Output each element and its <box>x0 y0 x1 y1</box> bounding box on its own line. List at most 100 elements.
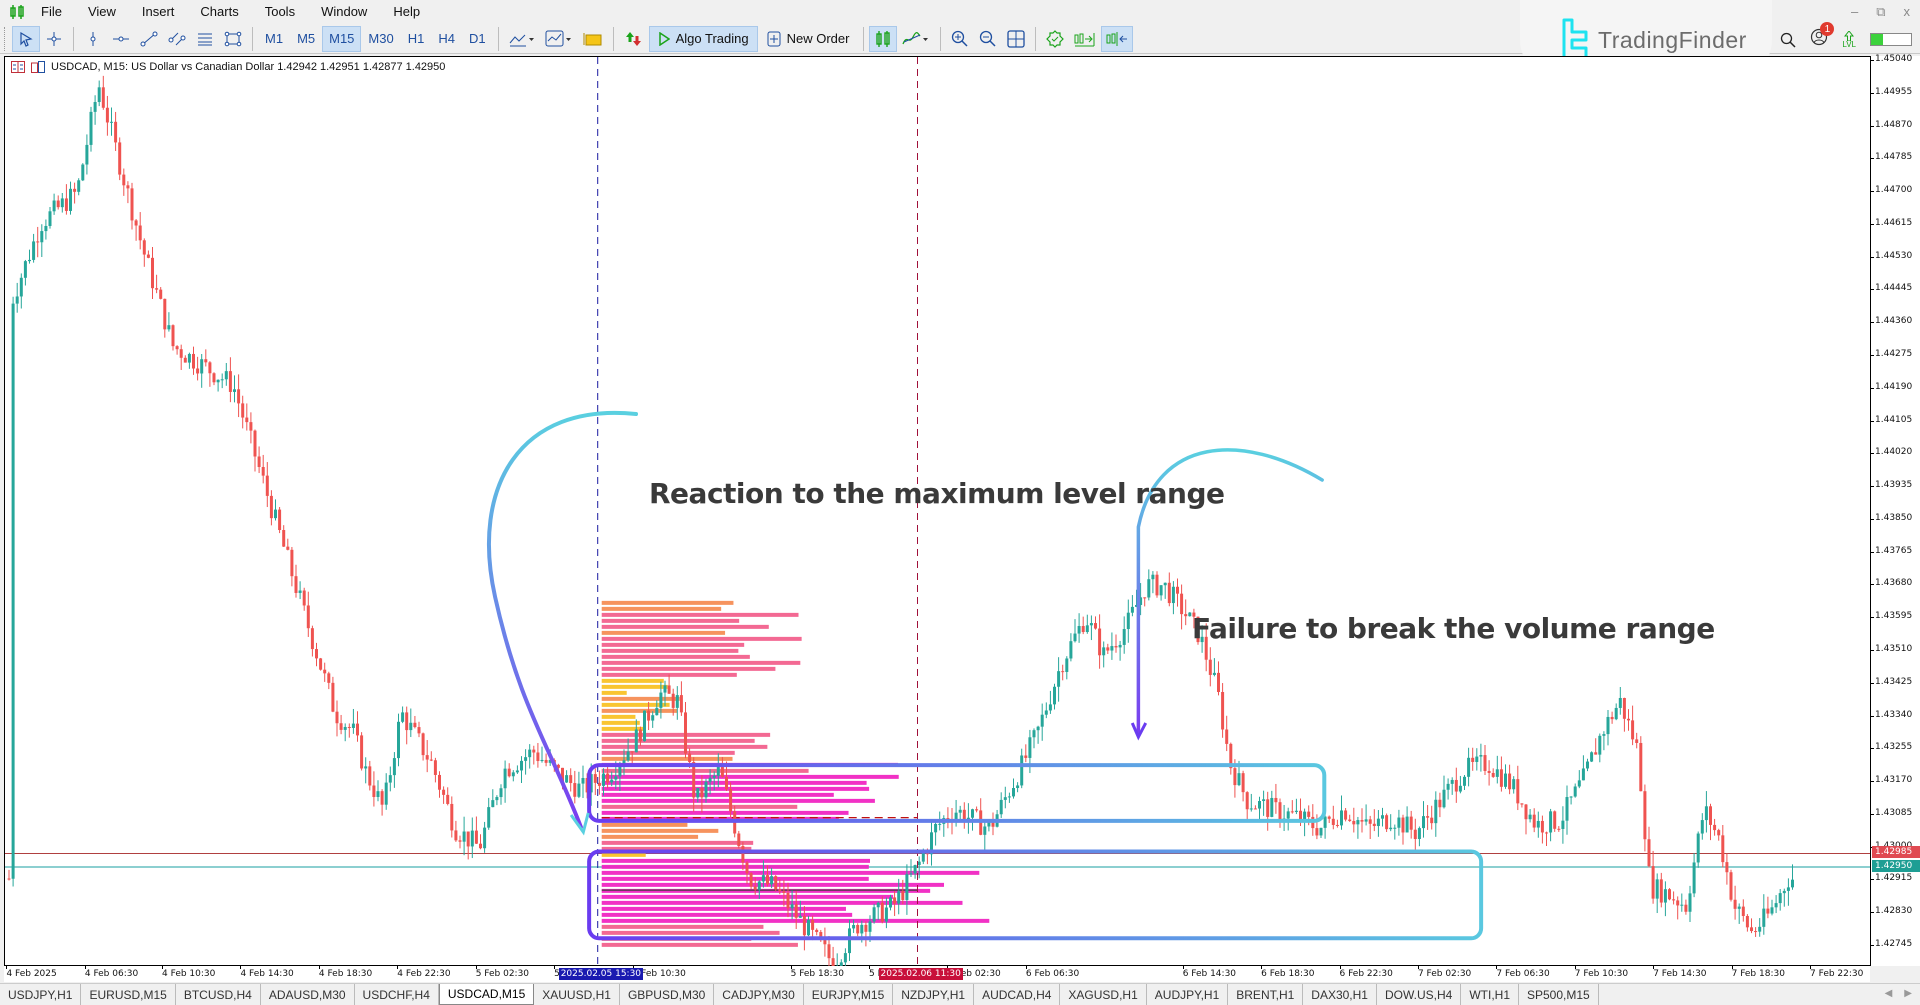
channel-button[interactable] <box>163 26 191 52</box>
templates-dropdown[interactable] <box>540 26 578 52</box>
bearish-candle <box>1594 752 1598 755</box>
chart-tab[interactable]: ADAUSD,M30 <box>261 984 355 1005</box>
chart-tab[interactable]: GBPUSD,M30 <box>620 984 715 1005</box>
timeframe-d1[interactable]: D1 <box>462 26 493 52</box>
autoscroll-button[interactable] <box>1101 25 1134 52</box>
shapes-button[interactable] <box>219 26 247 52</box>
bullish-candle <box>1688 893 1692 912</box>
bearish-candle <box>1315 828 1319 836</box>
timeframe-m15[interactable]: M15 <box>322 25 362 52</box>
menu-view[interactable]: View <box>75 0 129 24</box>
menu-file[interactable]: File <box>28 0 75 24</box>
chart-tab[interactable]: XAUUSD,H1 <box>534 984 620 1005</box>
chart-window[interactable]: USDCAD, M15: US Dollar vs Canadian Dolla… <box>4 56 1916 967</box>
properties-button[interactable] <box>1041 26 1069 52</box>
bearish-candle <box>1627 718 1630 721</box>
chart-tab[interactable]: AUDCAD,H4 <box>974 984 1061 1005</box>
horizontal-line-button[interactable] <box>107 26 135 52</box>
account-notifications[interactable]: 1 <box>1810 22 1835 51</box>
new-order-button[interactable]: New Order <box>758 26 859 52</box>
time-axis[interactable]: 4 Feb 2025 4 Feb 06:30 4 Feb 10:30 4 Feb 14… <box>4 965 1870 982</box>
bullish-candle <box>364 766 368 769</box>
timeframe-m30[interactable]: M30 <box>361 26 400 52</box>
chart-tab[interactable]: EURJPY,M15 <box>804 984 894 1005</box>
chart-tab[interactable]: CADJPY,M30 <box>714 984 804 1005</box>
close-button[interactable]: x <box>1904 4 1911 20</box>
crosshair-tool-button[interactable] <box>40 26 68 52</box>
chart-tab[interactable]: SP500,M15 <box>1519 984 1599 1005</box>
bearish-candle <box>1471 757 1475 762</box>
chart-tab[interactable]: BRENT,H1 <box>1228 984 1304 1005</box>
price-axis[interactable]: 1.45040 1.44955 1.44870 1.44785 1.44700 1.446… <box>1869 54 1920 966</box>
bullish-candle <box>1475 756 1479 762</box>
vertical-line-button[interactable] <box>79 26 107 52</box>
zoom-out-button[interactable] <box>974 26 1002 52</box>
chart-tab[interactable]: USDJPY,H1 <box>0 984 82 1005</box>
timeframe-m5[interactable]: M5 <box>290 26 322 52</box>
chart-tab[interactable]: BTCUSD,H4 <box>176 984 261 1005</box>
timeframe-m1[interactable]: M1 <box>258 26 290 52</box>
trendline-button[interactable] <box>135 26 163 52</box>
bullish-candle <box>1393 827 1397 829</box>
menu-window[interactable]: Window <box>308 0 380 24</box>
annotation-failure-label: Failure to break the volume range <box>1192 612 1715 645</box>
zoom-in-button[interactable] <box>946 26 974 52</box>
bearish-candle <box>1721 835 1725 863</box>
timeframe-h4[interactable]: H4 <box>431 26 462 52</box>
bullish-candle <box>1020 755 1024 786</box>
price-tick-label: 1.43680 <box>1869 578 1913 589</box>
chart-tab[interactable]: DAX30,H1 <box>1303 984 1377 1005</box>
bullish-candle <box>110 121 113 123</box>
bullish-candle <box>1450 779 1454 784</box>
chart-tab[interactable]: XAGUSD,H1 <box>1060 984 1147 1005</box>
indicator-list-dropdown[interactable] <box>897 26 935 52</box>
chart-tab[interactable]: DOW.US,H4 <box>1377 984 1462 1005</box>
bearish-candle <box>1307 811 1311 817</box>
algo-trading-button[interactable]: Algo Trading <box>648 25 758 52</box>
depth-of-market-icon[interactable] <box>31 61 45 73</box>
end-time-marker[interactable]: 2025.02.06 11:30 <box>878 968 963 980</box>
toolbar-grip[interactable] <box>4 26 8 51</box>
tile-windows-button[interactable] <box>1002 26 1030 52</box>
scroll-right-icon[interactable]: ▶ <box>1904 988 1912 999</box>
price-tick-label: 1.44190 <box>1869 381 1913 392</box>
menu-tools[interactable]: Tools <box>252 0 308 24</box>
chart-tab[interactable]: EURUSD,M15 <box>81 984 176 1005</box>
menu-help[interactable]: Help <box>380 0 433 24</box>
search-icon[interactable] <box>1780 32 1796 48</box>
menu-insert[interactable]: Insert <box>129 0 188 24</box>
bullish-candle <box>1569 796 1573 798</box>
volume-profile-bar <box>601 600 734 605</box>
menu-charts[interactable]: Charts <box>187 0 251 24</box>
bearish-candle <box>257 456 261 468</box>
one-click-trading-button[interactable] <box>619 26 649 52</box>
candlestick-chart-button[interactable] <box>869 25 898 52</box>
timeframe-h1[interactable]: H1 <box>401 26 432 52</box>
volume-profile-bar <box>601 714 636 719</box>
chart-tab[interactable]: USDCAD,M15 <box>438 984 535 1005</box>
minimize-button[interactable]: – <box>1851 4 1858 20</box>
volume-profile-bar <box>601 630 726 635</box>
restore-button[interactable]: ⧉ <box>1876 4 1885 20</box>
start-time-marker[interactable]: 2025.02.05 15:30 <box>558 968 644 980</box>
cursor-tool-button[interactable] <box>12 25 40 52</box>
bearish-candle <box>1717 830 1721 836</box>
bullish-candle <box>483 827 487 849</box>
bullish-candle <box>983 826 987 835</box>
profiles-button[interactable] <box>578 26 608 52</box>
chart-shift-button[interactable] <box>1069 26 1101 52</box>
bearish-candle <box>323 669 327 674</box>
indicators-dropdown[interactable] <box>504 26 540 52</box>
time-tick-label: 5 Feb 02:30 <box>475 965 530 979</box>
bullish-candle <box>1762 908 1766 927</box>
new-order-label: New Order <box>786 31 850 46</box>
one-click-panel-icon[interactable] <box>11 61 25 73</box>
chart-tab[interactable]: AUDJPY,H1 <box>1147 984 1229 1005</box>
scroll-left-icon[interactable]: ◀ <box>1885 988 1893 999</box>
chart-tab[interactable]: USDCHF,H4 <box>355 984 439 1005</box>
price-chart-canvas[interactable] <box>5 57 1871 967</box>
bearish-candle <box>1217 672 1220 693</box>
fibonacci-button[interactable] <box>191 26 219 52</box>
chart-tab[interactable]: NZDJPY,H1 <box>893 984 975 1005</box>
chart-tab[interactable]: WTI,H1 <box>1461 984 1519 1005</box>
